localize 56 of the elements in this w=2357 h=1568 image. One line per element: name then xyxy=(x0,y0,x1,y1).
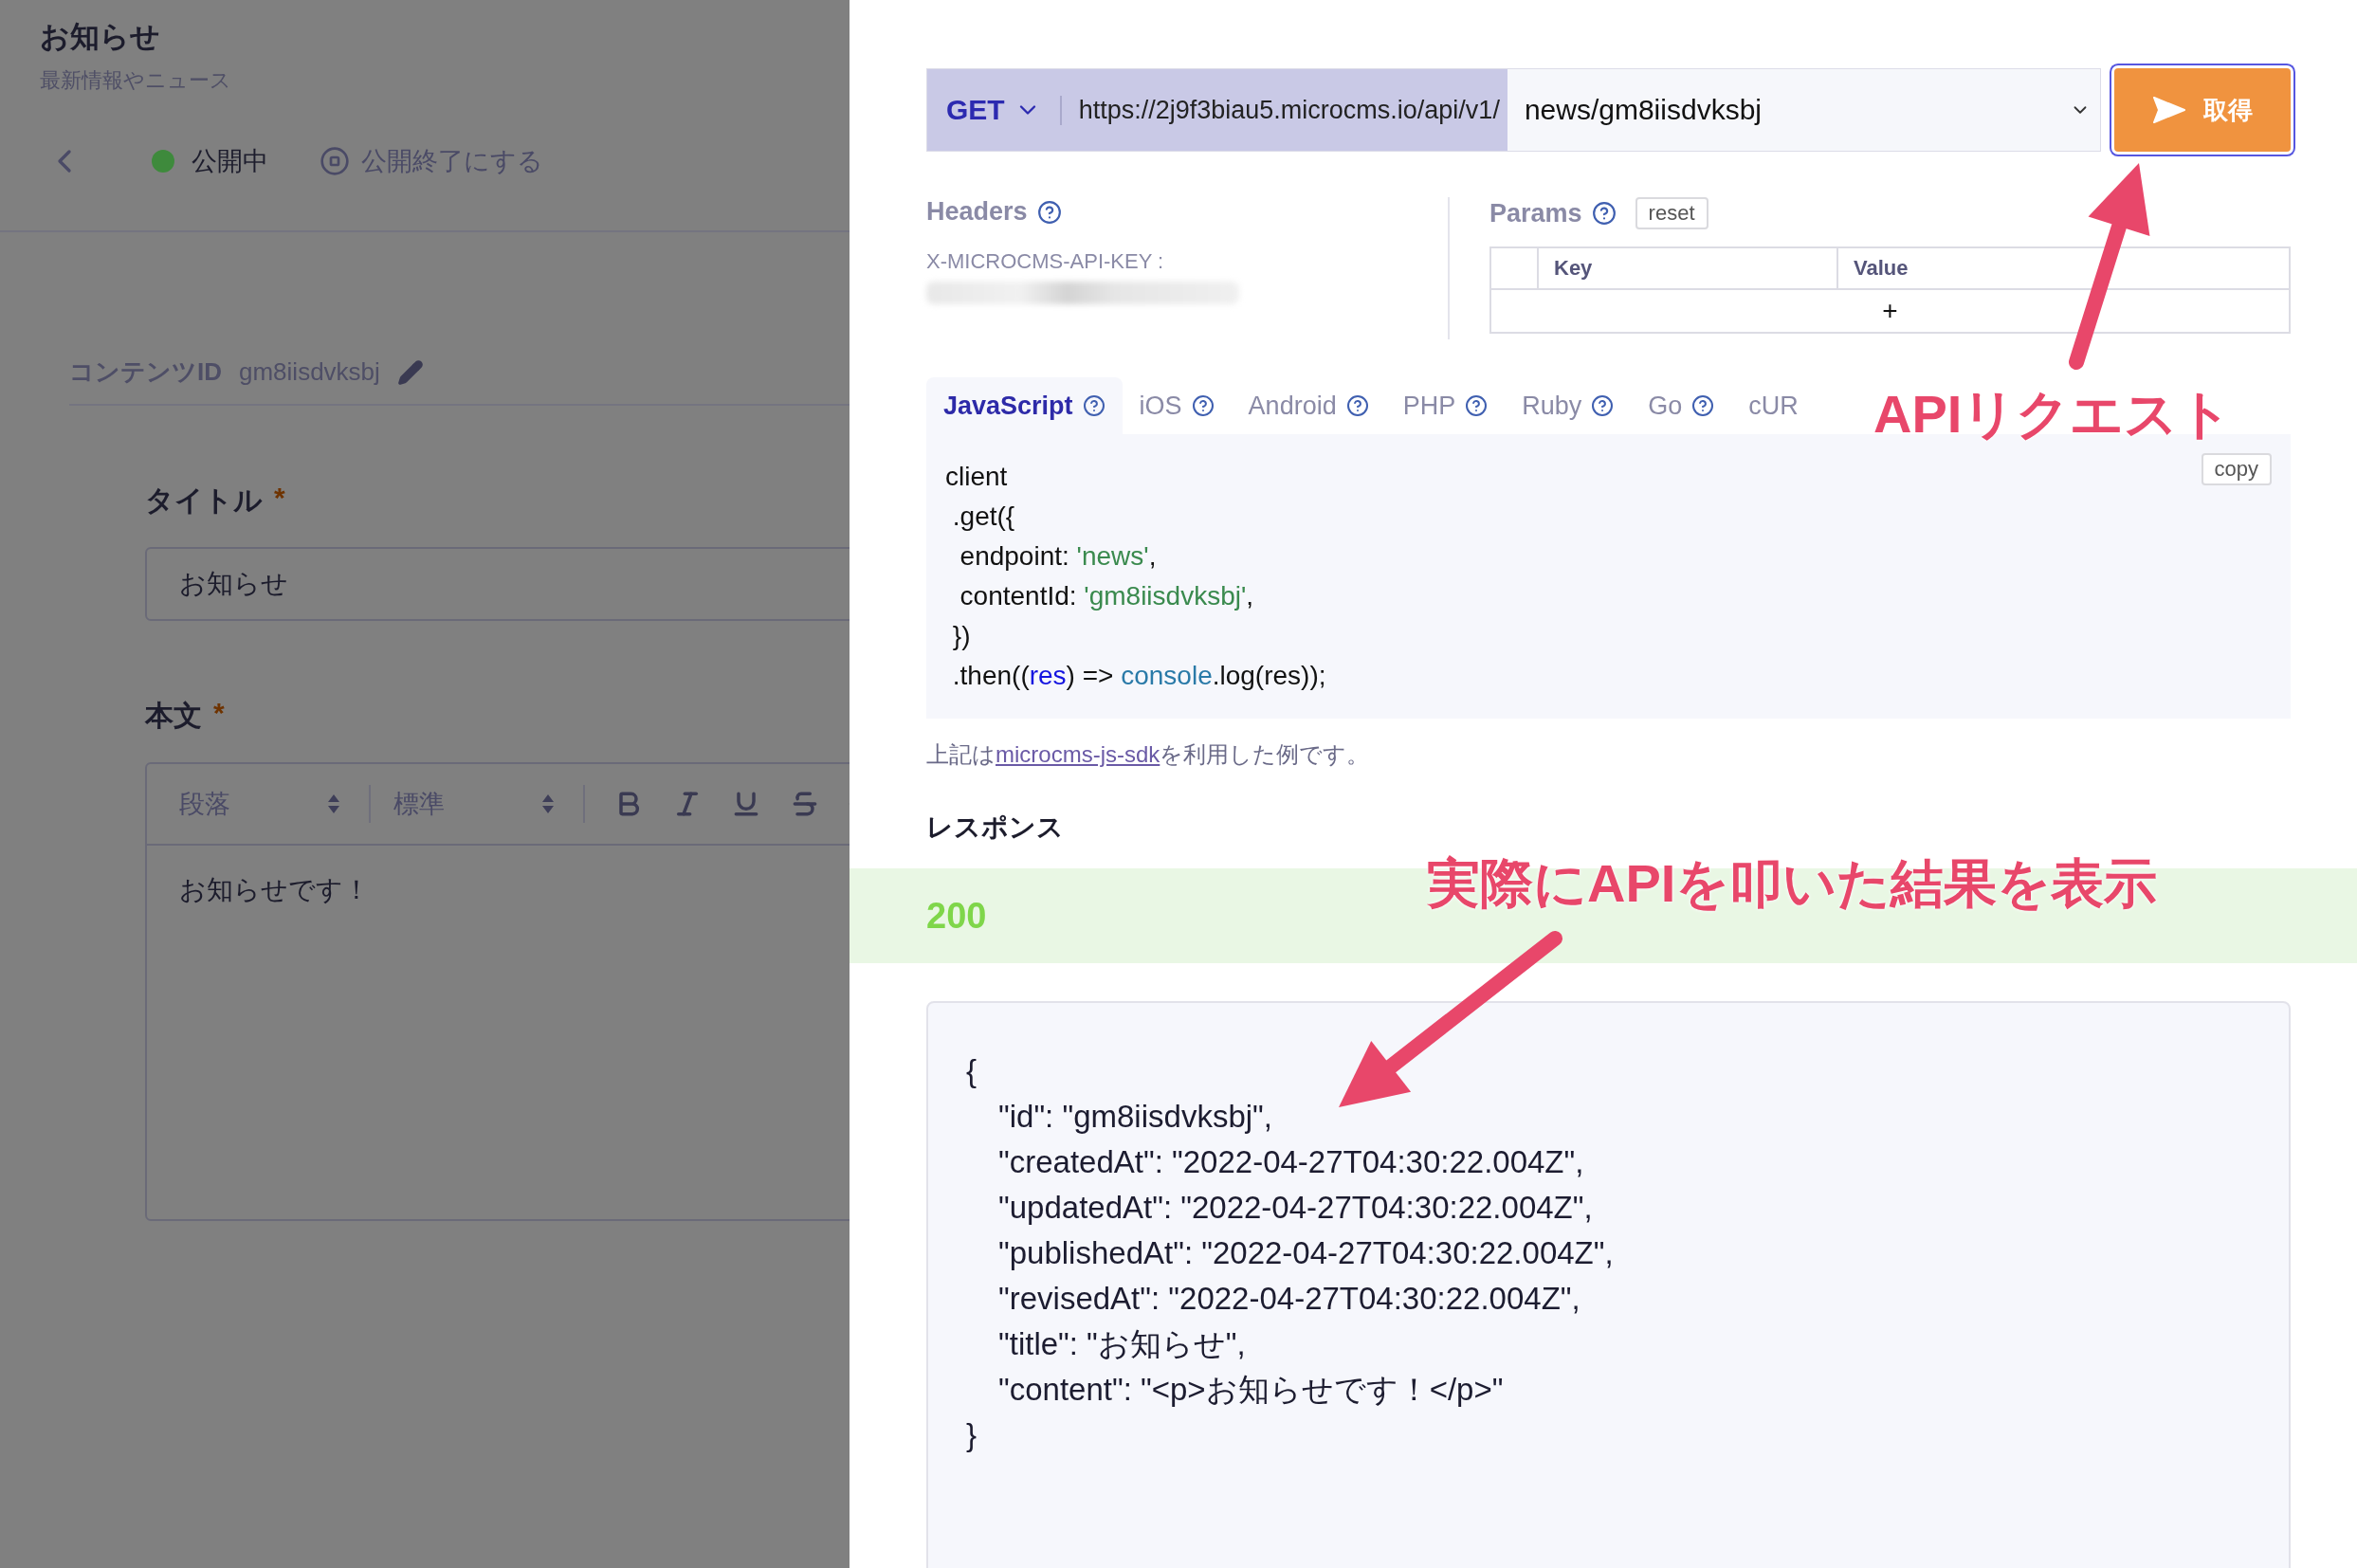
language-tab[interactable]: Go xyxy=(1631,377,1732,434)
status-label: 公開中 xyxy=(192,146,268,177)
up-down-icon xyxy=(541,793,555,815)
copy-button[interactable]: copy xyxy=(2201,453,2272,485)
header-key-label: X-MICROCMS-API-KEY : xyxy=(926,249,1165,274)
response-title: レスポンス xyxy=(926,811,1065,844)
code-line: endpoint: 'news', xyxy=(959,540,1157,573)
sdk-link[interactable]: microcms-js-sdk xyxy=(996,741,1160,767)
code-line: .get({ xyxy=(951,501,1015,533)
json-line: "publishedAt": "2022-04-27T04:30:22.004Z", xyxy=(997,1234,1615,1272)
json-line: "title": "お知らせ", xyxy=(997,1325,1247,1363)
json-line: "updatedAt": "2022-04-27T04:30:22.004Z", xyxy=(997,1189,1594,1227)
help-icon[interactable] xyxy=(1591,394,1615,417)
code-line: .then((res) => console.log(res)); xyxy=(951,660,1326,692)
up-down-icon xyxy=(327,793,340,815)
help-icon[interactable] xyxy=(1345,394,1369,417)
help-icon[interactable] xyxy=(1082,394,1105,417)
send-icon xyxy=(2152,96,2186,124)
help-icon[interactable] xyxy=(1465,394,1489,417)
reset-button[interactable]: reset xyxy=(1635,197,1708,229)
help-icon[interactable] xyxy=(1036,199,1062,225)
language-tab[interactable]: PHP xyxy=(1385,377,1506,434)
language-tab[interactable]: JavaScript xyxy=(926,377,1123,434)
code-line: client xyxy=(945,461,1008,493)
params-title: Params xyxy=(1489,198,1582,228)
language-tab[interactable]: Android xyxy=(1231,377,1386,434)
code-line: contentId: 'gm8iisdvksbj', xyxy=(959,580,1254,612)
sdk-note: 上記はmicrocms-js-sdkを利用した例です。 xyxy=(926,740,1371,769)
column-header: Value xyxy=(1836,248,2289,288)
language-tab[interactable]: cUR xyxy=(1731,377,1816,434)
status-code: 200 xyxy=(926,895,987,937)
stop-circle-icon xyxy=(320,146,350,176)
annotation-text: 実際にAPIを叩いた結果を表示 xyxy=(1427,852,2158,915)
column-header: Key xyxy=(1537,248,1836,288)
field-label: 本文 xyxy=(145,699,202,733)
annotation-text: APIリクエスト xyxy=(1873,383,2233,446)
required-mark: * xyxy=(213,697,225,729)
language-tab[interactable]: Ruby xyxy=(1505,377,1632,434)
pencil-icon[interactable] xyxy=(396,358,424,386)
language-tab[interactable]: iOS xyxy=(1122,377,1232,434)
required-mark: * xyxy=(274,482,285,514)
json-line: { xyxy=(966,1052,978,1090)
json-line: "createdAt": "2022-04-27T04:30:22.004Z", xyxy=(997,1143,1585,1181)
page-title: お知らせ xyxy=(40,19,161,55)
headers-title: Headers xyxy=(926,197,1028,227)
code-line: }) xyxy=(951,620,971,652)
json-line: "revisedAt": "2022-04-27T04:30:22.004Z", xyxy=(997,1280,1581,1318)
help-icon[interactable] xyxy=(1191,394,1215,417)
help-icon[interactable] xyxy=(1691,394,1715,417)
editor-text: お知らせです！ xyxy=(178,874,371,906)
json-line: "content": "<p>お知らせです！</p>" xyxy=(997,1371,1505,1409)
field-label: タイトル xyxy=(145,483,263,518)
help-icon[interactable] xyxy=(1591,201,1617,226)
title-input-field[interactable]: お知らせ xyxy=(145,547,850,621)
json-line: "id": "gm8iisdvksbj", xyxy=(997,1098,1273,1136)
json-line: } xyxy=(966,1416,978,1454)
